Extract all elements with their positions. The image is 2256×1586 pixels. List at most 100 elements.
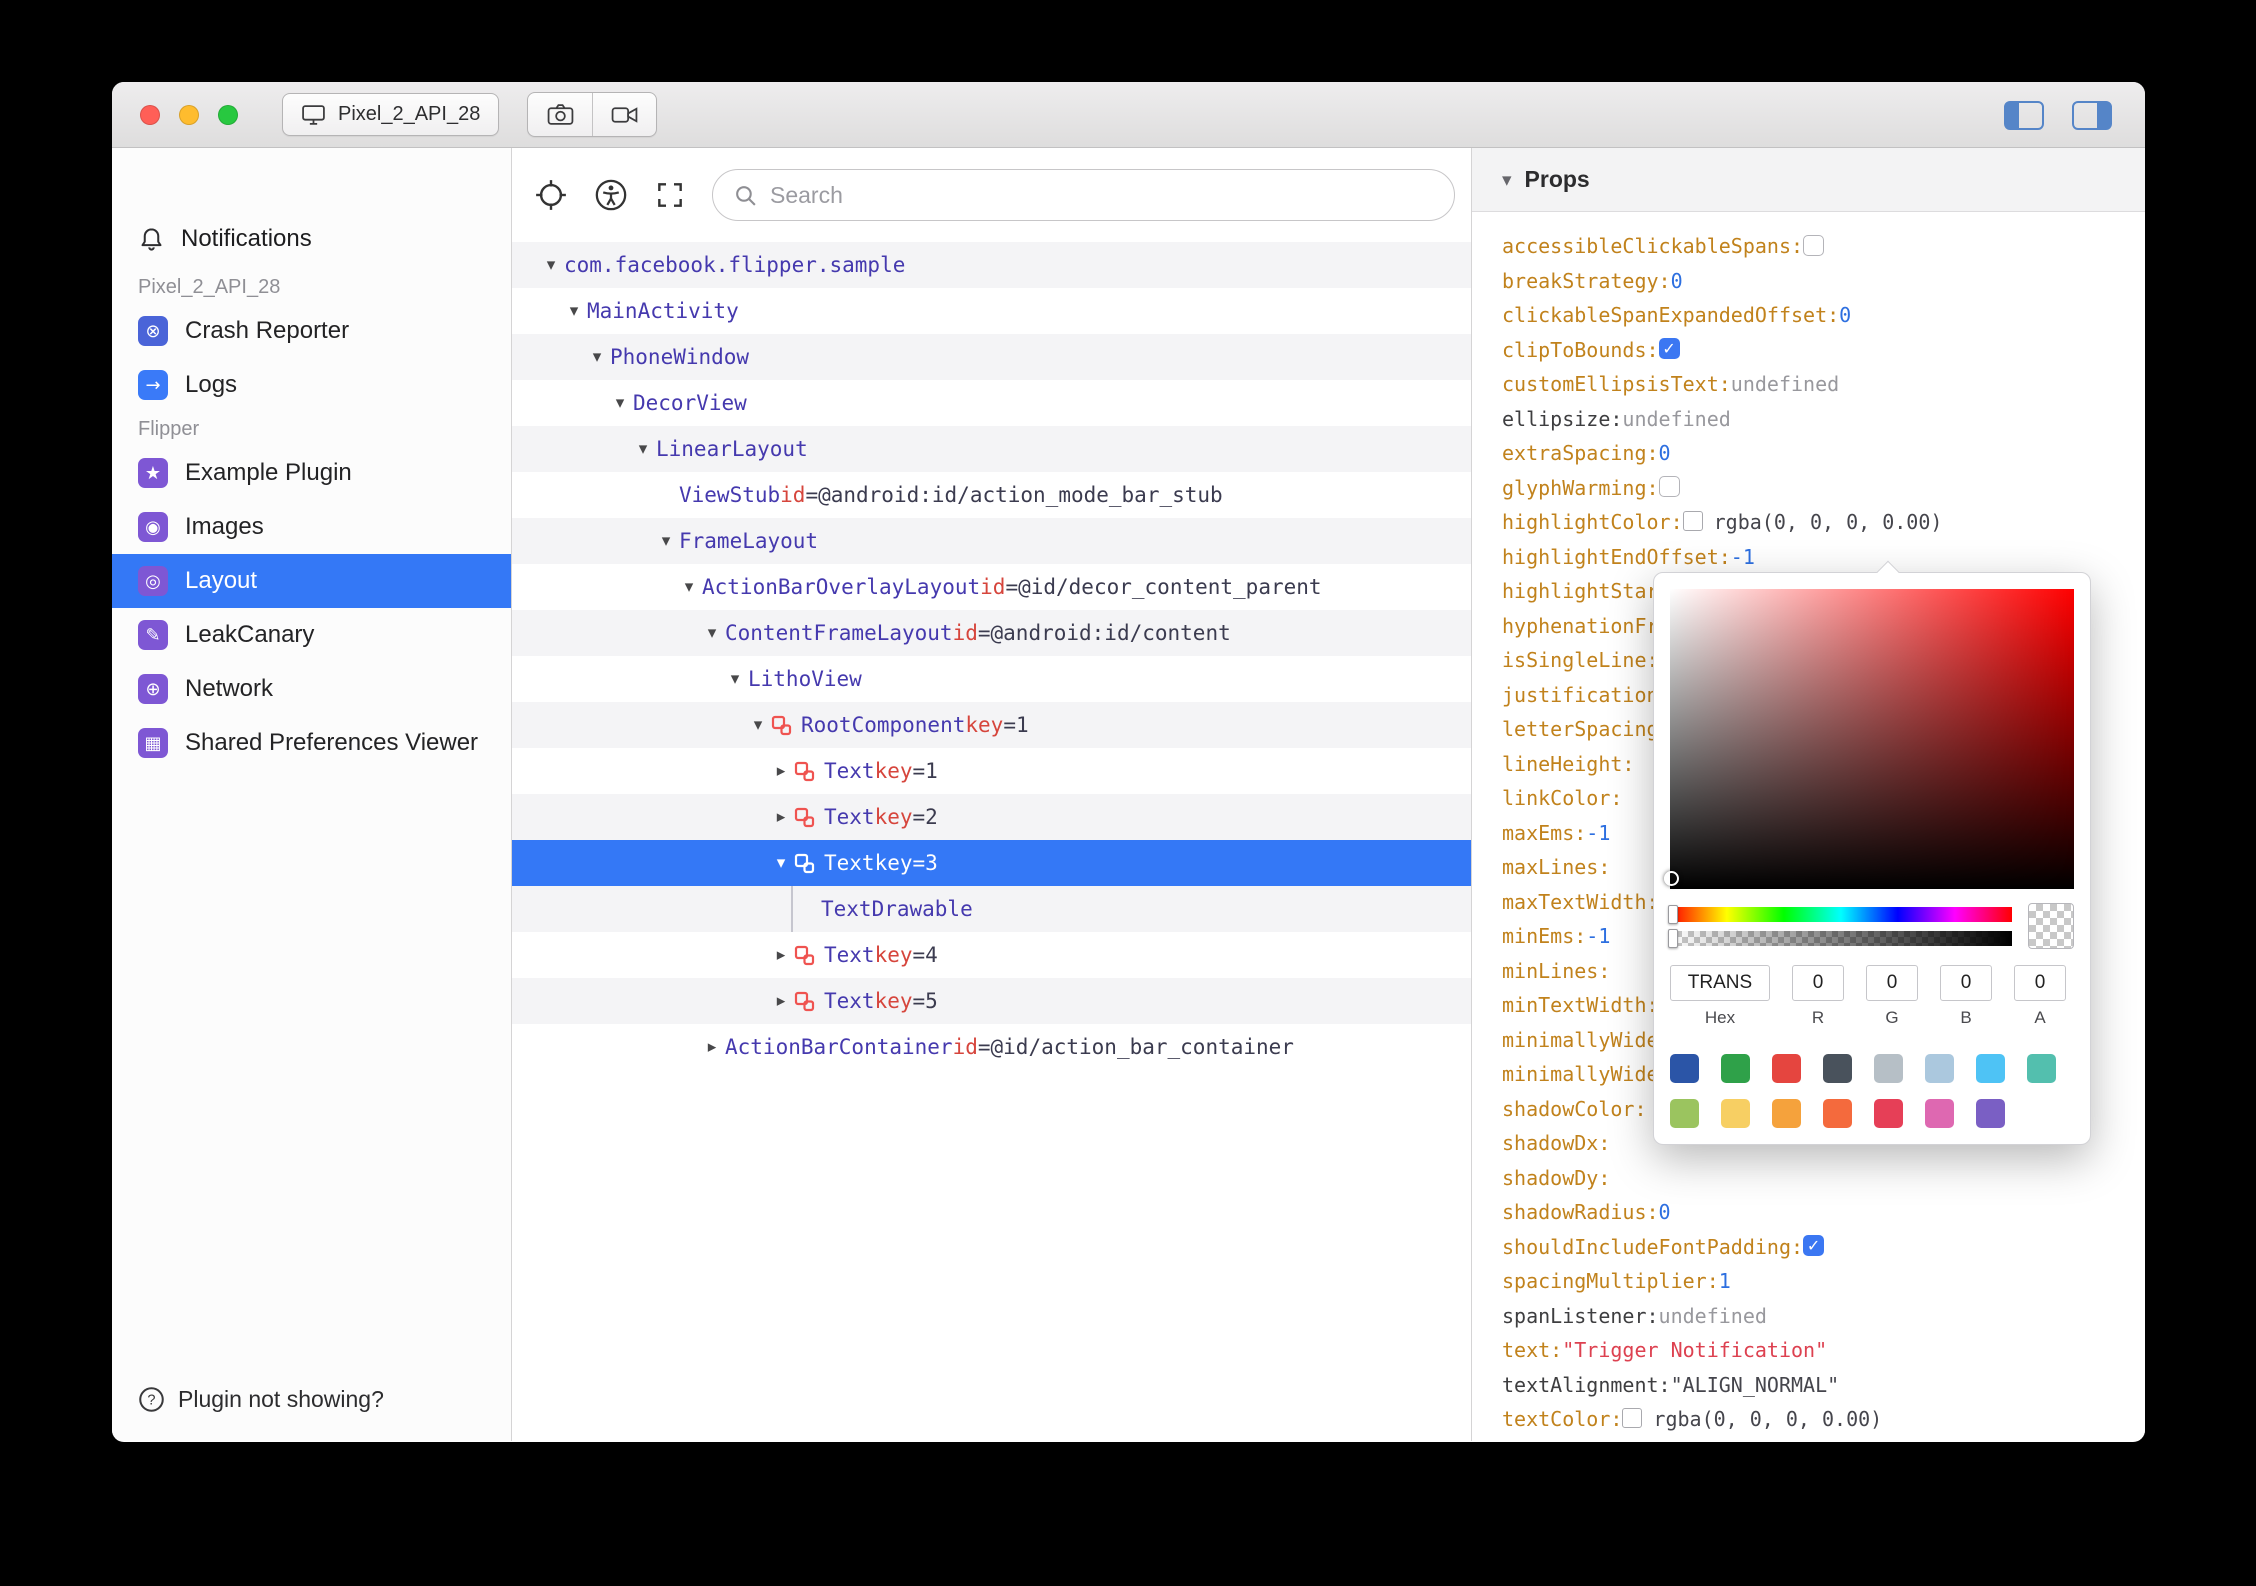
chevron-down-icon[interactable]: ▾ bbox=[584, 347, 610, 367]
screen-record-button[interactable] bbox=[592, 93, 656, 136]
tree-row[interactable]: ▾ Text key =3 bbox=[512, 840, 1471, 886]
hue-slider[interactable] bbox=[1668, 904, 2012, 924]
target-mode-icon[interactable] bbox=[534, 178, 568, 212]
prop-checkbox[interactable] bbox=[1658, 338, 1680, 360]
preset-color-swatch[interactable] bbox=[1976, 1099, 2005, 1128]
tree-row[interactable]: ▾ LinearLayout bbox=[512, 426, 1471, 472]
saturation-area[interactable] bbox=[1664, 589, 2074, 889]
preset-color-swatch[interactable] bbox=[1721, 1054, 1750, 1083]
red-input[interactable] bbox=[1792, 965, 1844, 1001]
preset-color-swatch[interactable] bbox=[1721, 1099, 1750, 1128]
tree-row[interactable]: ▾ LithoView bbox=[512, 656, 1471, 702]
tree-row[interactable]: ▾ FrameLayout bbox=[512, 518, 1471, 564]
chevron-right-icon[interactable]: ▸ bbox=[768, 761, 794, 781]
preset-color-swatch[interactable] bbox=[1925, 1099, 1954, 1128]
sidebar-item-network[interactable]: ⊕ Network bbox=[112, 662, 511, 716]
prop-color-swatch[interactable] bbox=[1622, 1408, 1643, 1429]
preset-color-swatch[interactable] bbox=[1976, 1054, 2005, 1083]
chevron-down-icon[interactable]: ▾ bbox=[607, 393, 633, 413]
sidebar-item-example-plugin[interactable]: ★ Example Plugin bbox=[112, 446, 511, 500]
prop-value[interactable]: 1 bbox=[1719, 1269, 1731, 1293]
prop-value[interactable]: "ALIGN_NORMAL" bbox=[1671, 1373, 1840, 1397]
chevron-right-icon[interactable]: ▸ bbox=[768, 945, 794, 965]
prop-color-swatch[interactable] bbox=[1682, 511, 1703, 532]
tree-row[interactable]: ▸ Text key =5 bbox=[512, 978, 1471, 1024]
preset-color-swatch[interactable] bbox=[1823, 1054, 1852, 1083]
hex-input[interactable] bbox=[1670, 965, 1770, 1001]
plugin-not-showing-link[interactable]: ? Plugin not showing? bbox=[138, 1386, 384, 1413]
tree-row[interactable]: ▸ Text key =2 bbox=[512, 794, 1471, 840]
alpha-slider[interactable] bbox=[1668, 928, 2012, 948]
preset-color-swatch[interactable] bbox=[1874, 1054, 1903, 1083]
alpha-input[interactable] bbox=[2014, 965, 2066, 1001]
preset-color-swatch[interactable] bbox=[1823, 1099, 1852, 1128]
chevron-down-icon[interactable]: ▾ bbox=[768, 853, 794, 873]
sidebar-item-leakcanary[interactable]: ✎ LeakCanary bbox=[112, 608, 511, 662]
prop-value[interactable]: -1 bbox=[1586, 821, 1610, 845]
tree-row[interactable]: ▾ DecorView bbox=[512, 380, 1471, 426]
tree-row[interactable]: ▸ Text key =4 bbox=[512, 932, 1471, 978]
tree-row[interactable]: ▾ com.facebook.flipper.sample bbox=[512, 242, 1471, 288]
expand-frame-icon[interactable] bbox=[654, 179, 686, 211]
tree-row[interactable]: ▾ MainActivity bbox=[512, 288, 1471, 334]
blue-input[interactable] bbox=[1940, 965, 1992, 1001]
preset-color-swatch[interactable] bbox=[2027, 1054, 2056, 1083]
chevron-down-icon[interactable]: ▾ bbox=[538, 255, 564, 275]
alpha-slider-handle[interactable] bbox=[1668, 928, 1678, 948]
window-titlebar[interactable]: Pixel_2_API_28 bbox=[112, 82, 2145, 148]
chevron-right-icon[interactable]: ▸ bbox=[768, 991, 794, 1011]
zoom-button[interactable] bbox=[218, 104, 238, 125]
chevron-down-icon[interactable]: ▾ bbox=[745, 715, 771, 735]
search-input[interactable] bbox=[770, 181, 1434, 209]
tree-row[interactable]: ▾ PhoneWindow bbox=[512, 334, 1471, 380]
tree-row[interactable]: ▾ ActionBarOverlayLayout id =@id/decor_con… bbox=[512, 564, 1471, 610]
preset-color-swatch[interactable] bbox=[1772, 1054, 1801, 1083]
sidebar-item-images[interactable]: ◉ Images bbox=[112, 500, 511, 554]
saturation-cursor[interactable] bbox=[1664, 871, 1679, 886]
screenshot-button[interactable] bbox=[528, 93, 592, 136]
chevron-down-icon[interactable]: ▾ bbox=[722, 669, 748, 689]
prop-value[interactable]: -1 bbox=[1586, 924, 1610, 948]
sidebar-item-notifications[interactable]: Notifications bbox=[112, 208, 511, 270]
prop-value[interactable]: 0 bbox=[1671, 269, 1683, 293]
preset-color-swatch[interactable] bbox=[1670, 1099, 1699, 1128]
accessibility-mode-icon[interactable] bbox=[594, 178, 628, 212]
chevron-down-icon[interactable]: ▾ bbox=[653, 531, 679, 551]
preset-color-swatch[interactable] bbox=[1874, 1099, 1903, 1128]
chevron-down-icon[interactable]: ▾ bbox=[561, 301, 587, 321]
preset-color-swatch[interactable] bbox=[1670, 1054, 1699, 1083]
prop-value[interactable]: -1 bbox=[1731, 545, 1755, 569]
close-button[interactable] bbox=[140, 104, 160, 125]
chevron-right-icon[interactable]: ▸ bbox=[699, 1037, 725, 1057]
prop-checkbox[interactable] bbox=[1803, 1235, 1825, 1257]
prop-value[interactable]: 0 bbox=[1659, 441, 1671, 465]
sidebar-item-crash-reporter[interactable]: ⊗ Crash Reporter bbox=[112, 304, 511, 358]
toggle-left-sidebar-icon[interactable] bbox=[2004, 100, 2044, 130]
chevron-right-icon[interactable]: ▸ bbox=[768, 807, 794, 827]
prop-checkbox[interactable] bbox=[1658, 476, 1680, 498]
tree-row[interactable]: ▾ RootComponent key =1 bbox=[512, 702, 1471, 748]
green-input[interactable] bbox=[1866, 965, 1918, 1001]
tree-row[interactable]: ▸ ActionBarContainer id =@id/action_bar_co… bbox=[512, 1024, 1471, 1070]
tree-row[interactable]: ViewStub id =@android:id/action_mode_bar_… bbox=[512, 472, 1471, 518]
chevron-down-icon[interactable]: ▾ bbox=[676, 577, 702, 597]
minimize-button[interactable] bbox=[179, 104, 199, 125]
preset-color-swatch[interactable] bbox=[1925, 1054, 1954, 1083]
sidebar-item-shared-preferences-viewer[interactable]: ▦ Shared Preferences Viewer bbox=[112, 716, 511, 770]
prop-checkbox[interactable] bbox=[1803, 234, 1825, 256]
sidebar-item-logs[interactable]: → Logs bbox=[112, 358, 511, 412]
tree-row[interactable]: ▾ ContentFrameLayout id =@android:id/conte… bbox=[512, 610, 1471, 656]
prop-value[interactable]: "Trigger Notification" bbox=[1562, 1338, 1827, 1362]
preset-color-swatch[interactable] bbox=[1772, 1099, 1801, 1128]
hue-slider-handle[interactable] bbox=[1668, 904, 1678, 924]
prop-value[interactable]: 0 bbox=[1659, 1200, 1671, 1224]
chevron-down-icon[interactable]: ▾ bbox=[699, 623, 725, 643]
tree-row[interactable]: ▸ Text key =1 bbox=[512, 748, 1471, 794]
tree-row[interactable]: TextDrawable bbox=[512, 886, 1471, 932]
toggle-right-sidebar-icon[interactable] bbox=[2072, 100, 2112, 130]
device-selector-button[interactable]: Pixel_2_API_28 bbox=[282, 93, 500, 136]
prop-value[interactable]: 0 bbox=[1839, 303, 1851, 327]
chevron-down-icon[interactable]: ▾ bbox=[630, 439, 656, 459]
sidebar-item-layout[interactable]: ◎ Layout bbox=[112, 554, 511, 608]
props-header[interactable]: ▾ Props bbox=[1472, 148, 2145, 212]
